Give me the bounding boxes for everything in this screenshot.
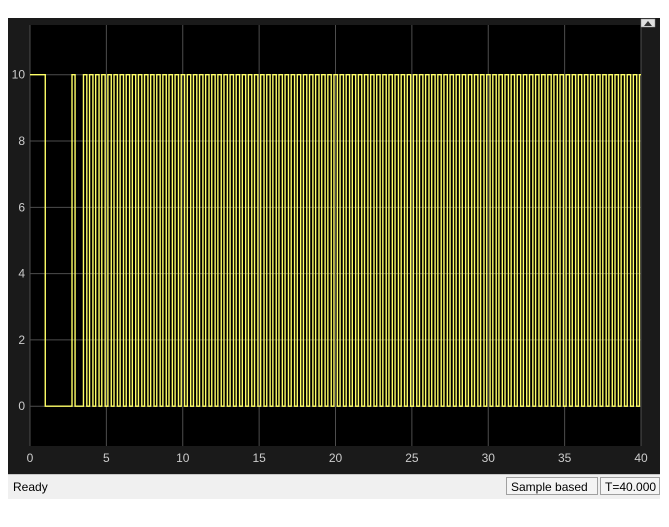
status-time-label: T=40.000: [600, 477, 660, 495]
status-bar: Ready Sample based T=40.000: [8, 474, 660, 499]
y-tick-label: 4: [18, 267, 25, 281]
x-tick-label: 15: [252, 451, 266, 465]
x-tick-label: 40: [634, 451, 648, 465]
x-tick-label: 0: [27, 451, 34, 465]
x-tick-label: 5: [103, 451, 110, 465]
x-tick-label: 25: [405, 451, 419, 465]
x-tick-label: 20: [329, 451, 343, 465]
status-state: Ready: [13, 480, 48, 494]
y-tick-label: 0: [18, 399, 25, 413]
y-tick-label: 6: [18, 200, 25, 214]
x-tick-label: 35: [558, 451, 572, 465]
status-mode-label: Sample based: [506, 477, 598, 495]
scope-window: 0 5 10 15 20 25 30 35 40 0 2 4 6 8 10 Ready Sample bas…: [0, 0, 669, 527]
scope-chart: 0 5 10 15 20 25 30 35 40 0 2 4 6 8 10: [8, 18, 660, 474]
x-tick-label: 10: [176, 451, 190, 465]
autoscale-button[interactable]: [640, 18, 656, 28]
y-tick-label: 10: [12, 68, 26, 82]
x-tick-label: 30: [482, 451, 496, 465]
y-tick-label: 8: [18, 134, 25, 148]
y-tick-label: 2: [18, 333, 25, 347]
